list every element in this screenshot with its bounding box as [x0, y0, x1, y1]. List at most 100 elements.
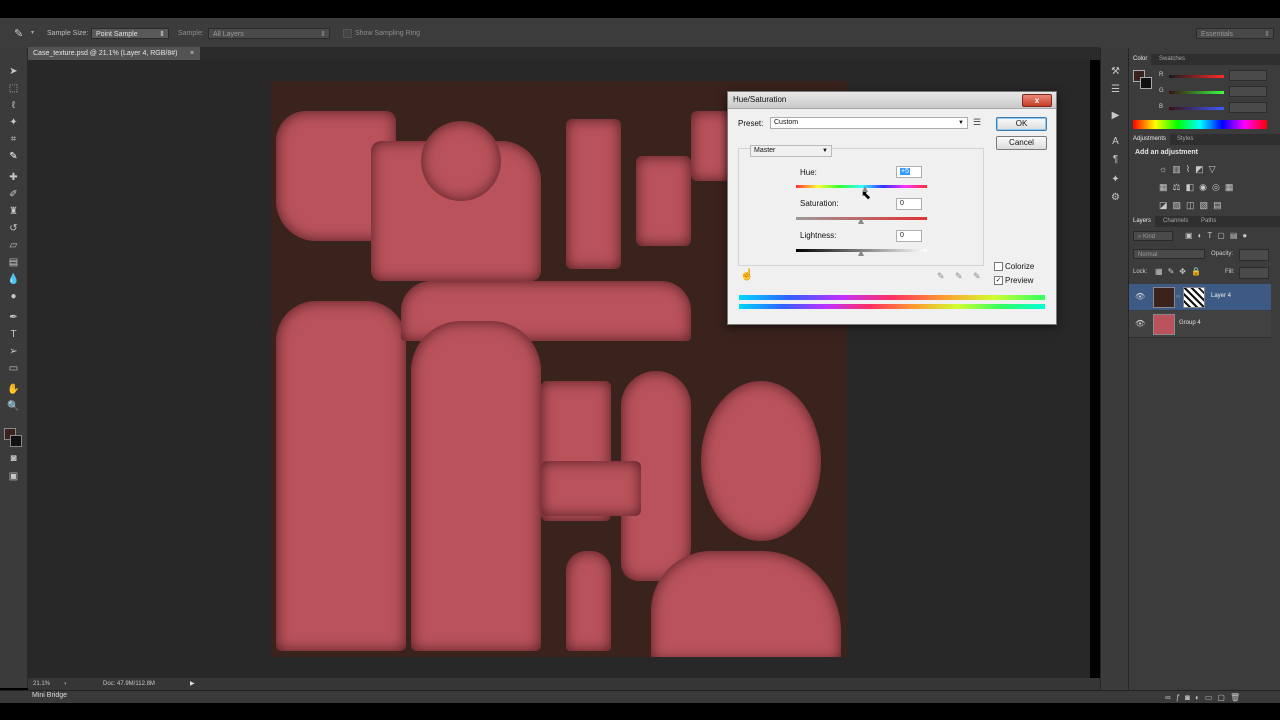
- new-adjustment-icon[interactable]: ◐: [1195, 693, 1205, 702]
- clone-stamp-tool-icon[interactable]: ♜: [7, 206, 20, 217]
- brightness-contrast-icon[interactable]: ☼: [1159, 164, 1172, 174]
- lightness-slider-thumb[interactable]: [858, 250, 864, 256]
- ok-button[interactable]: OK: [996, 117, 1047, 131]
- green-slider[interactable]: [1169, 91, 1224, 94]
- preset-options-icon[interactable]: ☰: [973, 117, 981, 128]
- screen-mode-icon[interactable]: ▣: [7, 471, 20, 482]
- targeted-adjustment-hand-icon[interactable]: ☝: [740, 268, 754, 281]
- add-style-icon[interactable]: ƒ: [1176, 693, 1185, 702]
- filter-toggle-icon[interactable]: ●: [1242, 231, 1252, 240]
- tab-adjustments[interactable]: Adjustments: [1129, 134, 1171, 145]
- eyedropper-icon[interactable]: ✎: [937, 271, 945, 282]
- close-document-icon[interactable]: ×: [190, 47, 194, 60]
- color-balance-icon[interactable]: ⚖: [1173, 182, 1186, 192]
- photo-filter-icon[interactable]: ◉: [1199, 182, 1212, 192]
- channel-mixer-icon[interactable]: ◎: [1212, 182, 1225, 192]
- hue-field[interactable]: +5: [896, 166, 922, 178]
- color-lookup-icon[interactable]: ▦: [1225, 182, 1239, 192]
- gradient-tool-icon[interactable]: ▤: [7, 257, 20, 268]
- red-value-field[interactable]: [1229, 70, 1267, 81]
- type-filter-icon[interactable]: T: [1207, 231, 1217, 240]
- gradient-map-icon[interactable]: ▤: [1213, 200, 1227, 210]
- layer-kind-filter[interactable]: ⌕ Kind: [1133, 231, 1173, 241]
- zoom-level[interactable]: 21.1%: [33, 678, 50, 690]
- character-icon[interactable]: A: [1109, 136, 1122, 147]
- mini-bridge-tab[interactable]: Mini Bridge: [32, 692, 67, 699]
- tab-channels[interactable]: Channels: [1159, 216, 1192, 227]
- black-white-icon[interactable]: ◧: [1186, 182, 1200, 192]
- new-group-icon[interactable]: ▭: [1205, 693, 1218, 702]
- quick-select-tool-icon[interactable]: ✦: [7, 117, 20, 128]
- hand-tool-icon[interactable]: ✋: [7, 384, 20, 395]
- tab-paths[interactable]: Paths: [1197, 216, 1220, 227]
- subtract-eyedropper-icon[interactable]: ✎: [973, 271, 981, 282]
- brush-tool-icon[interactable]: ✐: [7, 189, 20, 200]
- red-slider[interactable]: [1169, 75, 1224, 78]
- eye-icon[interactable]: 👁: [1135, 319, 1145, 328]
- lightness-field[interactable]: 0: [896, 230, 922, 242]
- type-tool-icon[interactable]: T: [7, 329, 20, 340]
- eye-icon[interactable]: 👁: [1135, 292, 1145, 301]
- marquee-tool-icon[interactable]: ⬚: [7, 83, 20, 94]
- vibrance-icon[interactable]: ▽: [1209, 164, 1221, 174]
- saturation-field[interactable]: 0: [896, 198, 922, 210]
- shape-filter-icon[interactable]: ▢: [1217, 231, 1230, 240]
- tab-swatches[interactable]: Swatches: [1155, 54, 1189, 65]
- play-icon[interactable]: ▶: [1109, 110, 1122, 121]
- green-value-field[interactable]: [1229, 86, 1267, 97]
- tab-color[interactable]: Color: [1129, 54, 1152, 65]
- lasso-tool-icon[interactable]: ℓ: [7, 100, 20, 111]
- paragraph-icon[interactable]: ¶: [1109, 154, 1122, 165]
- fill-field[interactable]: [1239, 267, 1269, 279]
- layer-row[interactable]: 👁 Group 4: [1129, 311, 1271, 338]
- hue-saturation-icon[interactable]: ▦: [1159, 182, 1173, 192]
- history-icon[interactable]: ⚒: [1109, 66, 1122, 77]
- tool-preset-chevron-icon[interactable]: ▾: [31, 29, 34, 36]
- posterize-icon[interactable]: ▨: [1173, 200, 1187, 210]
- link-layers-icon[interactable]: ∞: [1165, 693, 1176, 702]
- opacity-field[interactable]: [1239, 249, 1269, 261]
- saturation-slider-thumb[interactable]: [858, 218, 864, 224]
- status-menu-arrow-icon[interactable]: ▶: [190, 678, 195, 690]
- threshold-icon[interactable]: ◫: [1186, 200, 1200, 210]
- tab-styles[interactable]: Styles: [1173, 134, 1197, 145]
- show-sampling-ring-checkbox[interactable]: [343, 29, 352, 38]
- zoom-tool-icon[interactable]: 🔍: [7, 401, 20, 412]
- eraser-tool-icon[interactable]: ▱: [7, 240, 20, 251]
- lock-transparent-icon[interactable]: ▦: [1155, 267, 1168, 276]
- eyedropper-tool-icon[interactable]: ✎: [7, 151, 20, 162]
- workspace-select[interactable]: Essentials ⇕: [1196, 28, 1274, 39]
- levels-icon[interactable]: ▥: [1172, 164, 1186, 174]
- eyedropper-icon[interactable]: ✎: [14, 27, 23, 40]
- invert-icon[interactable]: ◪: [1159, 200, 1173, 210]
- document-tab[interactable]: Case_texture.psd @ 21.1% (Layer 4, RGB/8…: [28, 47, 200, 60]
- actions-icon[interactable]: ☰: [1109, 84, 1122, 95]
- healing-brush-tool-icon[interactable]: ✚: [7, 172, 20, 183]
- crop-tool-icon[interactable]: ⌗: [7, 134, 20, 145]
- selective-color-icon[interactable]: ▧: [1200, 200, 1214, 210]
- clone-source-icon[interactable]: ⚙: [1109, 192, 1122, 203]
- layer-row[interactable]: 👁 ∞ Layer 4: [1129, 284, 1271, 310]
- layer-mask-thumbnail[interactable]: [1183, 287, 1205, 308]
- blur-tool-icon[interactable]: 💧: [7, 274, 20, 285]
- preview-checkbox[interactable]: ✓: [994, 276, 1003, 285]
- lock-position-icon[interactable]: ✥: [1179, 267, 1191, 276]
- dialog-title-bar[interactable]: Hue/Saturation x: [728, 92, 1056, 109]
- pen-tool-icon[interactable]: ✒: [7, 312, 20, 323]
- curves-icon[interactable]: ⌇: [1186, 164, 1195, 174]
- pixel-filter-icon[interactable]: ▣: [1185, 231, 1198, 240]
- tab-layers[interactable]: Layers: [1129, 216, 1156, 227]
- background-color-swatch[interactable]: [10, 435, 22, 447]
- delete-layer-icon[interactable]: 🗑: [1230, 693, 1245, 702]
- new-layer-icon[interactable]: ▢: [1217, 693, 1230, 702]
- rectangle-tool-icon[interactable]: ▭: [7, 363, 20, 374]
- close-dialog-button[interactable]: x: [1022, 94, 1052, 107]
- background-color-swatch[interactable]: [1140, 77, 1152, 89]
- add-eyedropper-icon[interactable]: ✎: [955, 271, 963, 282]
- move-tool-icon[interactable]: ➤: [7, 66, 20, 77]
- brush-presets-icon[interactable]: ✦: [1109, 174, 1122, 185]
- preset-select[interactable]: Custom ▼: [770, 117, 968, 129]
- blue-slider[interactable]: [1169, 107, 1224, 110]
- history-brush-tool-icon[interactable]: ↺: [7, 223, 20, 234]
- blue-value-field[interactable]: [1229, 102, 1267, 113]
